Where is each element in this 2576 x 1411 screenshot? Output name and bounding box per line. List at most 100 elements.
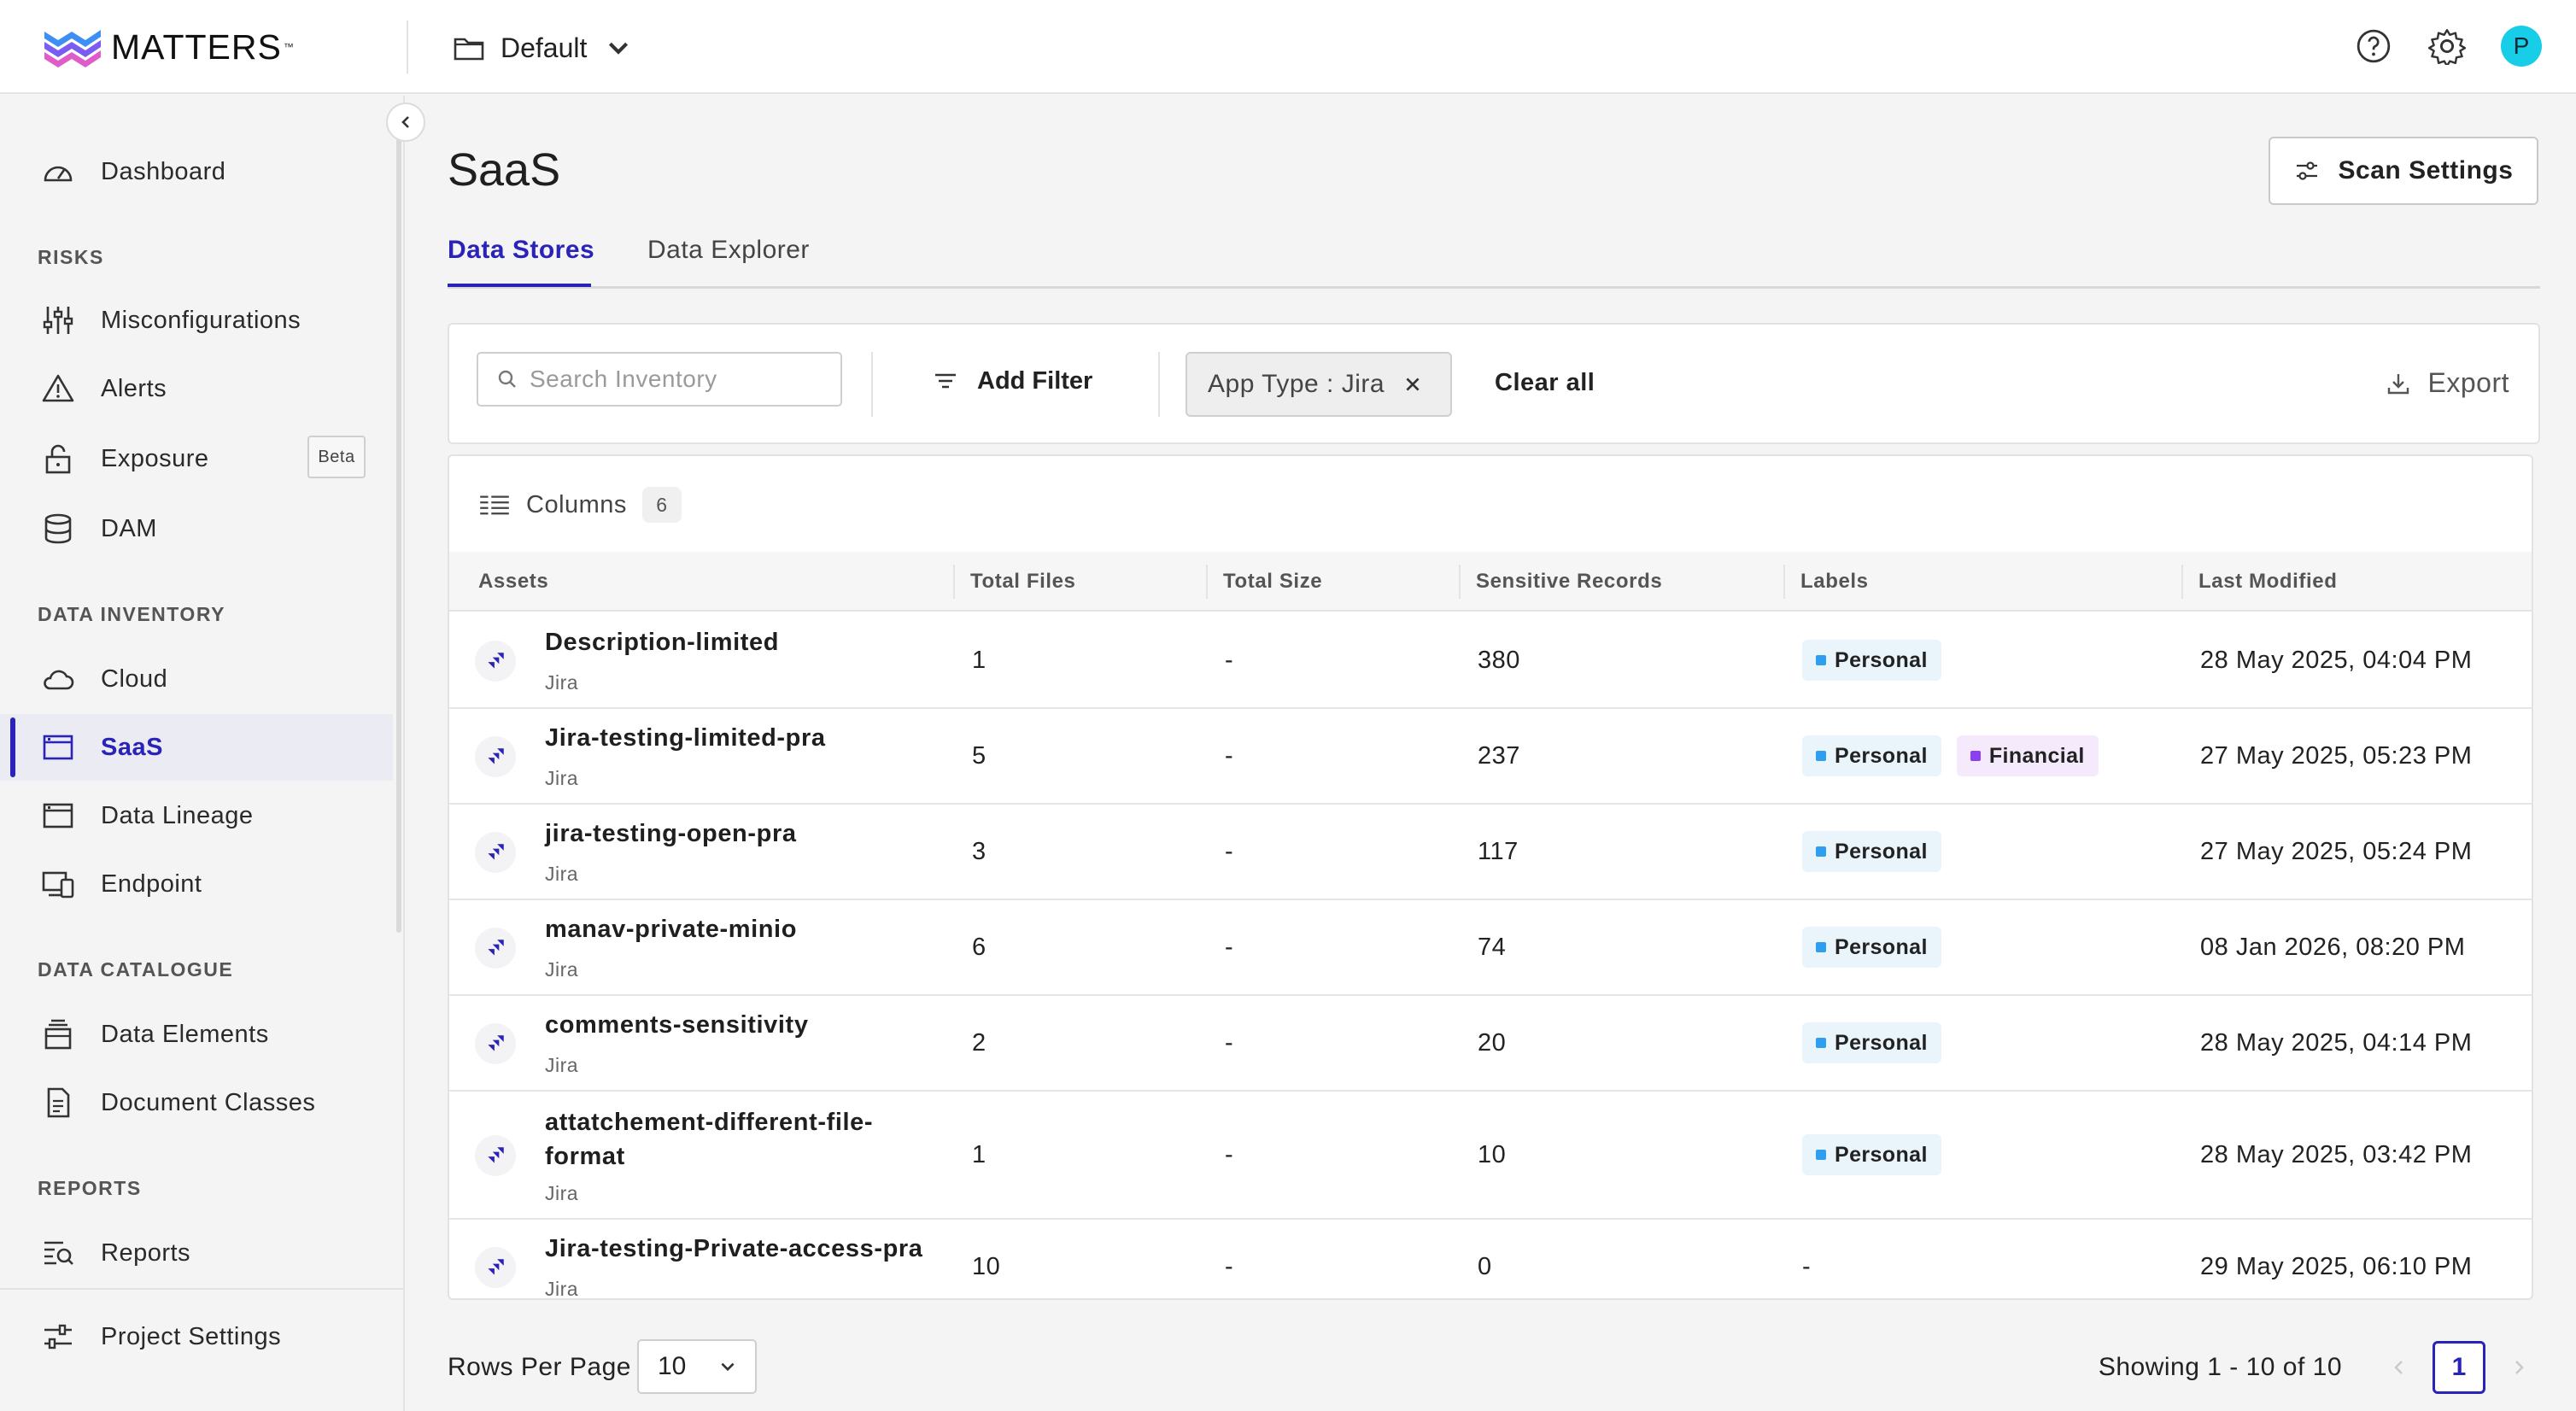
col-header-assets[interactable]: Assets [463,552,548,612]
table-row[interactable]: Jira-testing-limited-pra Jira 5 - 237 27 May … [449,709,2532,805]
labels-empty: - [1802,1252,1812,1280]
table-row[interactable]: jira-testing-open-pra Jira 3 - 117 27 May 202… [449,805,2532,900]
cell-last-modified: 27 May 2025, 05:23 PM [2200,741,2473,770]
col-header-sensitive-records[interactable]: Sensitive Records [1459,565,1662,599]
asset-name[interactable]: manav-private-minio [545,912,946,946]
asset-name[interactable]: Jira-testing-limited-pra [545,721,946,755]
search-placeholder: Search Inventory [530,366,717,392]
cell-labels: Personal [1802,805,1957,899]
table-row[interactable]: attatchement-different-file-format Jira 1 -… [449,1092,2532,1220]
filter-chip-app-type[interactable]: App Type : Jira [1186,352,1452,417]
next-page-button[interactable] [2506,1355,2532,1380]
sidebar-item-label: Data Lineage [101,801,254,829]
page-number-current[interactable]: 1 [2433,1341,2485,1394]
lock-open-icon [45,444,71,474]
chevron-left-icon [401,116,409,128]
help-icon[interactable] [2354,26,2393,66]
tab-data-stores[interactable]: Data Stores [448,236,594,265]
sidebar-item-misconfigurations[interactable]: Misconfigurations [0,287,393,354]
sidebar-item-document-classes[interactable]: Document Classes [0,1069,393,1136]
sidebar-item-reports[interactable]: Reports [0,1220,393,1286]
brand-name: MATTERS [111,26,282,67]
download-icon [2387,373,2409,394]
sidebar-item-label: Document Classes [101,1088,316,1116]
project-selector[interactable]: Default [453,27,635,68]
asset-source: Jira [545,671,579,694]
sidebar-item-data-lineage[interactable]: Data Lineage [0,782,393,849]
col-header-total-size[interactable]: Total Size [1206,565,1322,599]
cell-total-size: - [1225,741,1234,770]
asset-name[interactable]: Jira-testing-Private-access-pra [545,1232,946,1266]
table-row[interactable]: manav-private-minio Jira 6 - 74 08 Jan 2026, … [449,900,2532,996]
columns-icon [480,495,509,515]
col-header-last-modified[interactable]: Last Modified [2181,565,2337,599]
cell-total-size: - [1225,837,1234,865]
asset-name[interactable]: jira-testing-open-pra [545,817,946,851]
label-text: Personal [1835,1030,1928,1055]
pagination-bar: Rows Per Page 10 Showing 1 - 10 of 10 1 [448,1339,2540,1396]
chevron-down-icon [609,42,629,55]
filter-divider [871,352,873,417]
prev-page-button[interactable] [2386,1355,2412,1380]
sidebar-item-dashboard[interactable]: Dashboard [0,138,393,205]
user-avatar[interactable]: P [2501,26,2542,67]
matters-logo[interactable]: MATTERS ™ [41,24,294,70]
close-icon[interactable] [1403,375,1422,394]
clear-all-button[interactable]: Clear all [1495,369,1595,397]
sidebar-item-data-elements[interactable]: Data Elements [0,1001,393,1068]
jira-icon [475,1135,516,1176]
sidebar-item-alerts[interactable]: Alerts [0,355,393,422]
cell-total-files: 1 [972,646,986,674]
sidebar-collapse-button[interactable] [386,102,425,142]
sidebar-item-dam[interactable]: DAM [0,495,393,562]
cell-sensitive-records: 20 [1478,1028,1507,1057]
sidebar-item-project-settings[interactable]: Project Settings [0,1303,393,1370]
table-row[interactable]: comments-sensitivity Jira 2 - 20 28 May 2025,… [449,996,2532,1092]
label-color-dot [1816,942,1826,952]
rows-per-page-select[interactable]: 10 [637,1339,757,1394]
cell-total-size: - [1225,646,1234,674]
add-filter-button[interactable]: Add Filter [933,354,1092,408]
cell-labels: Personal Financial [1802,709,2114,803]
document-icon [47,1087,70,1118]
search-input[interactable]: Search Inventory [477,352,842,407]
settings-sliders-icon [44,1324,72,1350]
asset-name[interactable]: attatchement-different-file-format [545,1105,946,1174]
export-button[interactable]: Export [2386,367,2509,399]
asset-name[interactable]: Description-limited [545,625,946,659]
scan-settings-button[interactable]: Scan Settings [2269,137,2538,205]
sidebar-item-endpoint[interactable]: Endpoint [0,851,393,917]
label-badge-personal: Personal [1802,640,1941,681]
chevron-down-icon [721,1362,735,1372]
asset-source: Jira [545,1278,579,1300]
label-badge-personal: Personal [1802,735,1941,776]
asset-source: Jira [545,958,579,981]
sidebar-item-label: Endpoint [101,869,202,898]
label-text: Personal [1835,647,1928,672]
tab-data-explorer[interactable]: Data Explorer [647,236,810,265]
asset-source: Jira [545,1054,579,1076]
sidebar-scrollbar[interactable] [396,113,401,933]
sidebar-item-saas[interactable]: SaaS [0,714,393,781]
label-badge-personal: Personal [1802,1022,1941,1063]
asset-name[interactable]: comments-sensitivity [545,1008,946,1042]
col-header-total-files[interactable]: Total Files [953,565,1076,599]
filter-bar: Search Inventory Add Filter App Type : J… [448,323,2540,444]
table-row[interactable]: Jira-testing-Private-access-pra Jira 10 - 0 2… [449,1220,2532,1300]
cell-labels: Personal [1802,996,1957,1090]
cell-total-size: - [1225,1252,1234,1280]
table-row[interactable]: Description-limited Jira 1 - 380 28 May 2025,… [449,613,2532,709]
col-header-labels[interactable]: Labels [1783,565,1869,599]
gear-icon[interactable] [2427,26,2467,66]
beta-badge: Beta [307,436,366,478]
alert-icon [42,374,74,402]
cell-total-files: 5 [972,741,986,770]
columns-toggle[interactable]: Columns 6 [478,487,682,523]
sidebar-item-cloud[interactable]: Cloud [0,646,393,712]
cell-total-files: 2 [972,1028,986,1057]
label-text: Financial [1988,743,2085,768]
data-stores-table: Columns 6 Assets Total Files Total Size … [448,454,2533,1300]
sidebar-item-exposure[interactable]: Exposure Beta [0,425,393,492]
sidebar-divider [0,1288,405,1290]
label-text: Personal [1835,839,1928,864]
